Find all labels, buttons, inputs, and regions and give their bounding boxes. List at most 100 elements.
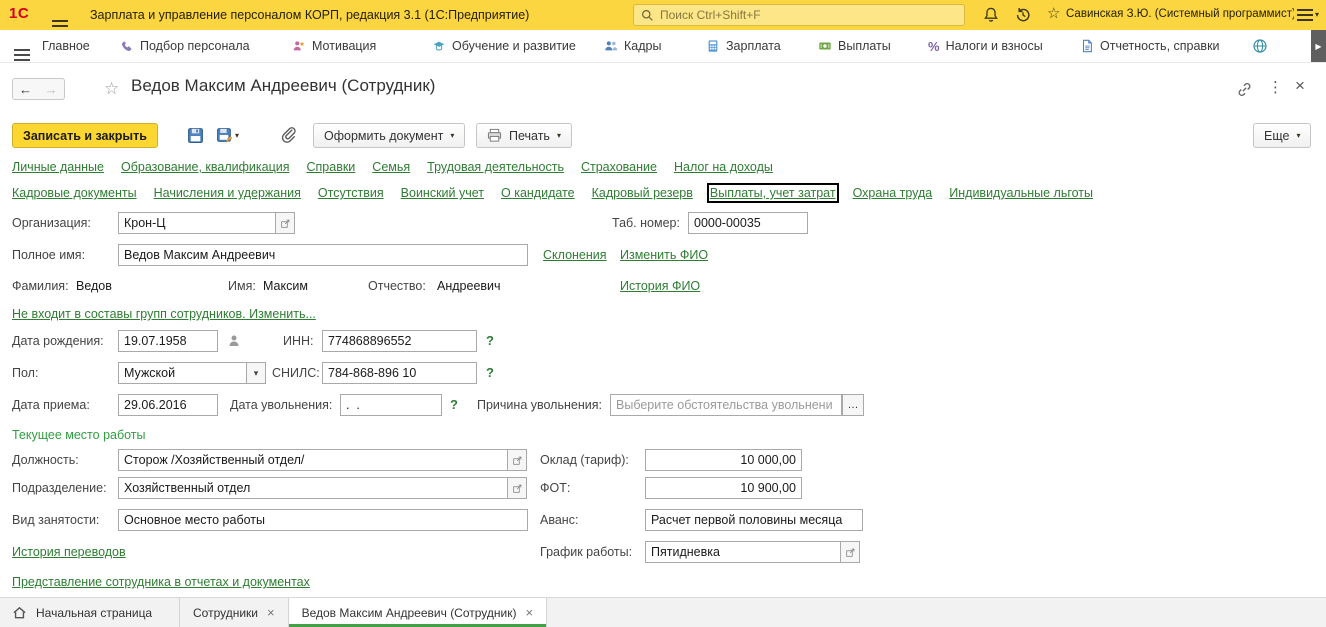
menu-scroll-right-button[interactable]: ▶	[1311, 30, 1326, 62]
menu-item-recruiting[interactable]: Подбор персонала	[120, 30, 250, 62]
person-icon[interactable]	[226, 333, 242, 349]
menu-item-hr[interactable]: Кадры	[604, 30, 661, 62]
menu-item-motivation[interactable]: Мотивация	[292, 30, 376, 62]
close-tab-icon[interactable]: ×	[267, 606, 275, 619]
nav-link-accruals[interactable]: Начисления и удержания	[154, 186, 301, 200]
back-button[interactable]: ←	[12, 78, 39, 100]
history-icon[interactable]	[1014, 6, 1032, 24]
fio-history-link[interactable]: История ФИО	[620, 275, 700, 297]
advance-label: Аванс:	[540, 513, 579, 527]
nav-link-family[interactable]: Семья	[372, 160, 410, 174]
employment-type-field[interactable]	[118, 509, 528, 531]
salary-field[interactable]	[645, 449, 802, 471]
menu-item-label: Мотивация	[312, 39, 377, 53]
nav-link-payments-cost-accounting[interactable]: Выплаты, учет затрат	[706, 183, 839, 203]
add-favorite-star-icon[interactable]: ☆	[104, 79, 119, 99]
snils-field[interactable]	[322, 362, 477, 384]
people-icon	[605, 41, 618, 51]
menu-item-reports[interactable]: Отчетность, справки	[1080, 30, 1220, 62]
current-user[interactable]: Савинская З.Ю. (Системный программист)	[1066, 8, 1294, 20]
nav-link-candidate[interactable]: О кандидате	[501, 186, 575, 200]
snils-help-icon[interactable]: ?	[486, 362, 494, 384]
nav-link-work-history[interactable]: Трудовая деятельность	[427, 160, 564, 174]
nav-link-income-tax[interactable]: Налог на доходы	[674, 160, 773, 174]
hire-date-field[interactable]	[118, 394, 218, 416]
open-icon	[512, 484, 521, 493]
nav-link-individual-benefits[interactable]: Индивидуальные льготы	[949, 186, 1093, 200]
dismiss-reason-choose-button[interactable]: …	[842, 394, 864, 416]
nav-links-row-2: Кадровые документы Начисления и удержани…	[12, 183, 1093, 203]
nav-link-absences[interactable]: Отсутствия	[318, 186, 384, 200]
nav-link-education[interactable]: Образование, квалификация	[121, 160, 290, 174]
app-window: 1С Зарплата и управление персоналом КОРП…	[0, 0, 1326, 627]
position-field[interactable]	[118, 449, 508, 471]
dismiss-date-field[interactable]	[340, 394, 442, 416]
chevron-down-icon: ▾	[450, 131, 455, 140]
firstname-label: Имя:	[228, 279, 256, 293]
advance-field[interactable]	[645, 509, 863, 531]
attachments-button[interactable]	[280, 126, 297, 143]
dismiss-reason-field[interactable]	[610, 394, 842, 416]
nav-link-certificates[interactable]: Справки	[307, 160, 356, 174]
representation-link[interactable]: Представление сотрудника в отчетах и док…	[12, 571, 310, 593]
menu-item-label: Налоги и взносы	[945, 39, 1043, 53]
service-settings-icon[interactable]: ▾	[1297, 8, 1319, 21]
save-button[interactable]	[187, 127, 204, 144]
save-and-close-button[interactable]: Записать и закрыть	[12, 123, 158, 148]
tab-employee-vedov[interactable]: Ведов Максим Андреевич (Сотрудник) ×	[288, 598, 548, 627]
dismiss-date-help-icon[interactable]: ?	[450, 394, 458, 416]
department-open-button[interactable]	[508, 477, 527, 499]
position-open-button[interactable]	[508, 449, 527, 471]
change-fio-link[interactable]: Изменить ФИО	[620, 244, 708, 266]
menu-item-payments[interactable]: Выплаты	[818, 30, 891, 62]
inn-help-icon[interactable]: ?	[486, 330, 494, 352]
save-variant-button[interactable]: ▾	[216, 127, 239, 144]
nav-link-military[interactable]: Воинский учет	[401, 186, 484, 200]
print-button[interactable]: Печать ▾	[476, 123, 572, 148]
nav-link-labor-safety[interactable]: Охрана труда	[853, 186, 933, 200]
gender-select[interactable]	[118, 362, 247, 384]
nav-link-hr-documents[interactable]: Кадровые документы	[12, 186, 137, 200]
nav-link-personal-data[interactable]: Личные данные	[12, 160, 104, 174]
1c-logo[interactable]: 1С	[9, 5, 29, 22]
birthdate-label: Дата рождения:	[12, 334, 104, 348]
favorites-star-icon[interactable]: ☆	[1047, 5, 1060, 23]
organization-open-button[interactable]	[276, 212, 295, 234]
get-link-icon[interactable]	[1236, 81, 1253, 98]
menu-item-taxes[interactable]: % Налоги и взносы	[928, 30, 1043, 62]
declensions-link[interactable]: Склонения	[543, 244, 607, 266]
notifications-bell-icon[interactable]	[982, 6, 1000, 24]
menu-item-education[interactable]: Обучение и развитие	[432, 30, 576, 62]
work-schedule-open-button[interactable]	[841, 541, 860, 563]
tab-number-field[interactable]	[688, 212, 808, 234]
phone-icon	[121, 40, 132, 52]
sections-menu-icon[interactable]	[14, 45, 30, 61]
department-field[interactable]	[118, 477, 508, 499]
nav-links-row-1: Личные данные Образование, квалификация …	[12, 160, 773, 174]
more-actions-kebab-icon[interactable]: ⋮	[1268, 78, 1283, 96]
nav-link-personnel-reserve[interactable]: Кадровый резерв	[592, 186, 693, 200]
floppy-edit-icon	[217, 128, 233, 143]
employee-groups-link[interactable]: Не входит в составы групп сотрудников. И…	[12, 303, 316, 325]
close-form-icon[interactable]: ×	[1295, 76, 1305, 96]
work-schedule-field[interactable]	[645, 541, 841, 563]
forward-button[interactable]: →	[38, 78, 65, 100]
more-button[interactable]: Еще ▾	[1253, 123, 1312, 148]
home-page-tab[interactable]: Начальная страница	[0, 598, 180, 627]
nav-link-insurance[interactable]: Страхование	[581, 160, 657, 174]
surname-value: Ведов	[76, 279, 112, 293]
tab-employees[interactable]: Сотрудники ×	[180, 598, 289, 627]
global-search-input[interactable]: Поиск Ctrl+Shift+F	[633, 4, 965, 26]
menu-item-main[interactable]: Главное	[42, 30, 90, 62]
inn-field[interactable]	[322, 330, 477, 352]
organization-field[interactable]	[118, 212, 276, 234]
birthdate-field[interactable]	[118, 330, 218, 352]
menu-item-functions[interactable]	[1252, 30, 1268, 62]
transfer-history-link[interactable]: История переводов	[12, 541, 126, 563]
full-name-field[interactable]	[118, 244, 528, 266]
create-document-button[interactable]: Оформить документ ▾	[313, 123, 466, 148]
gender-dropdown-button[interactable]: ▾	[247, 362, 266, 384]
close-tab-icon[interactable]: ×	[525, 606, 533, 619]
menu-item-salary[interactable]: Зарплата	[706, 30, 781, 62]
fot-field[interactable]	[645, 477, 802, 499]
